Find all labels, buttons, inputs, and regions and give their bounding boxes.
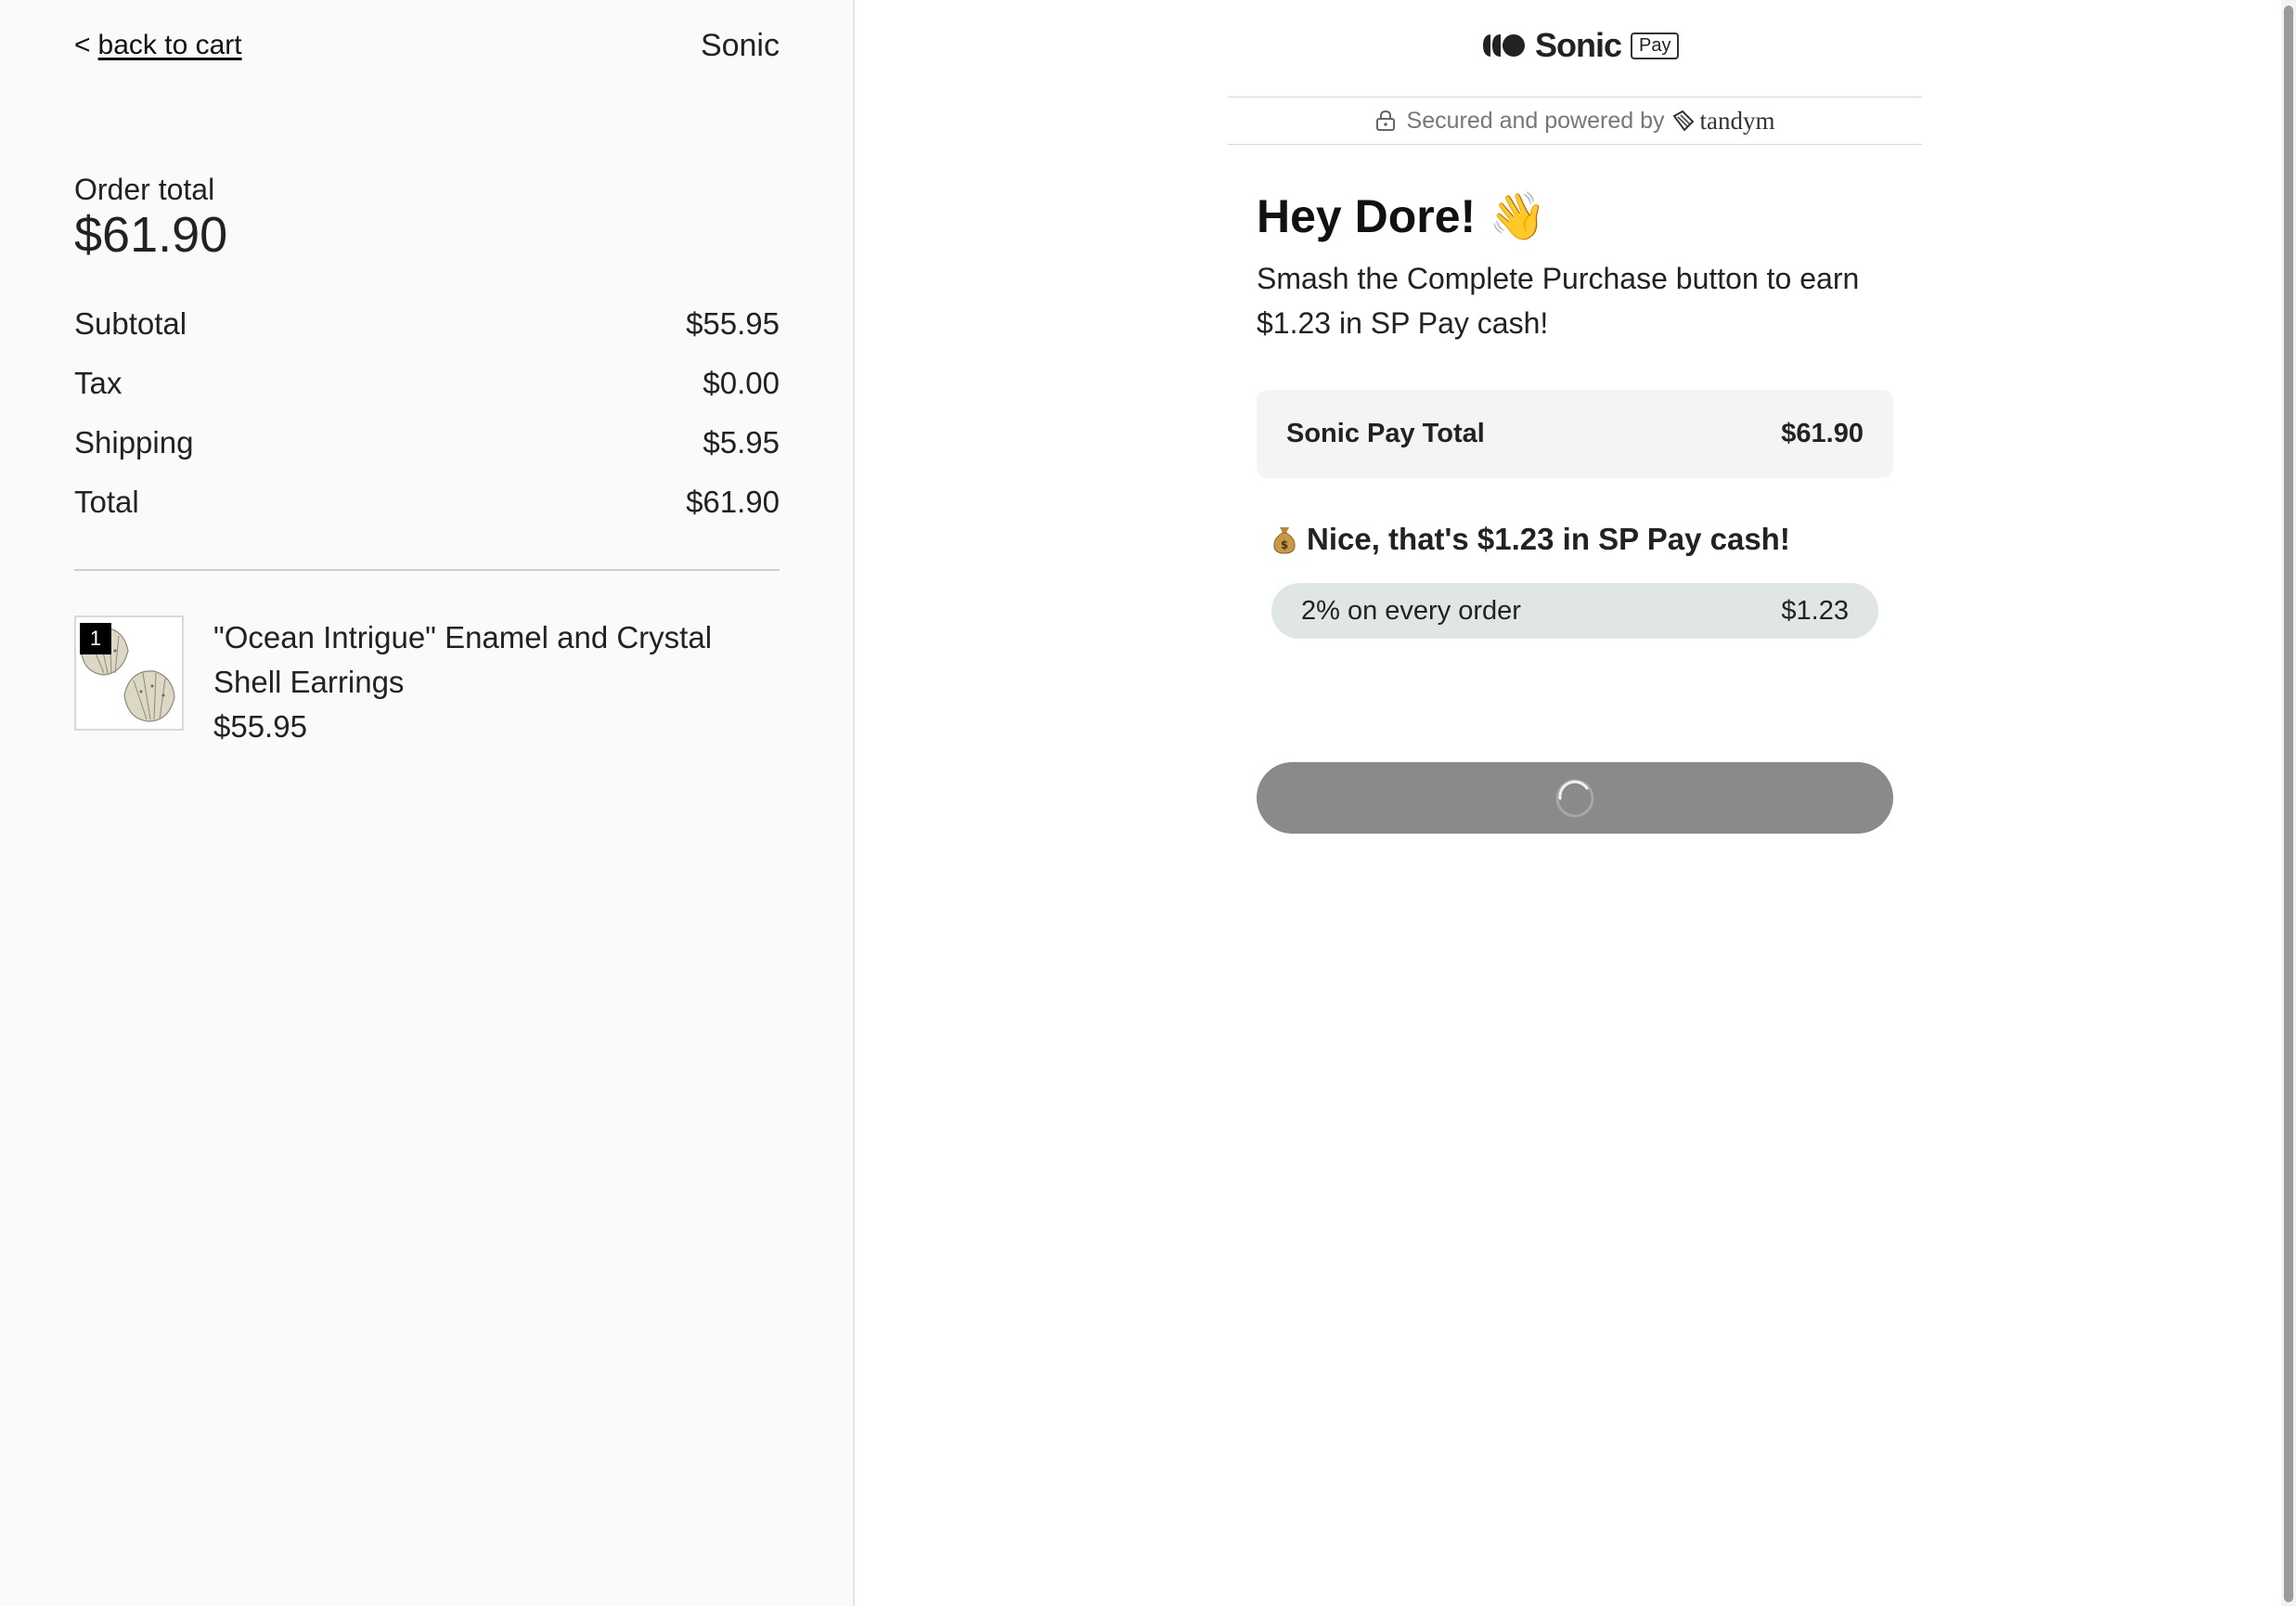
summary-row-tax: Tax $0.00 <box>74 366 780 425</box>
summary-row-shipping: Shipping $5.95 <box>74 425 780 485</box>
secured-text: Secured and powered by <box>1406 107 1665 134</box>
summary-divider <box>74 569 780 571</box>
quantity-badge: 1 <box>80 623 111 654</box>
summary-value: $0.00 <box>703 366 780 400</box>
loading-spinner-icon <box>1555 779 1594 817</box>
left-topbar: < back to cart Sonic <box>74 28 780 74</box>
order-total-label: Order total <box>74 173 215 206</box>
back-to-cart-label[interactable]: back to cart <box>98 30 242 60</box>
greeting-subtext: Smash the Complete Purchase button to ea… <box>1257 262 1860 340</box>
secured-bar: Secured and powered by tandym <box>1228 97 1922 145</box>
complete-purchase-button[interactable] <box>1257 762 1893 834</box>
page-scrollbar[interactable] <box>2281 0 2296 1606</box>
lock-icon <box>1375 110 1395 131</box>
summary-label: Shipping <box>74 425 194 460</box>
order-summary-pane: < back to cart Sonic Order total $61.90 S… <box>0 0 855 1606</box>
product-price: $55.95 <box>213 709 307 744</box>
payment-pane: Sonic Pay Secured and powered by tandym … <box>857 0 2281 1606</box>
back-to-cart-link[interactable]: < back to cart <box>74 30 242 61</box>
price-summary: Subtotal $55.95 Tax $0.00 Shipping $5.95… <box>74 306 780 544</box>
cash-reward-heading: $ Nice, that's $1.23 in SP Pay cash! <box>1271 522 1790 557</box>
summary-row-total: Total $61.90 <box>74 485 780 544</box>
money-bag-icon: $ <box>1273 527 1296 554</box>
summary-value: $55.95 <box>686 306 780 341</box>
store-name: Sonic <box>700 28 780 63</box>
svg-text:$: $ <box>1281 538 1288 551</box>
cash-reward-pill: 2% on every order $1.23 <box>1271 583 1878 639</box>
sonic-pay-brand: Sonic Pay <box>1481 26 1680 65</box>
total-card-label: Sonic Pay Total <box>1286 419 1485 448</box>
product-name: "Ocean Intrigue" Enamel and Crystal Shel… <box>213 620 713 699</box>
summary-value: $5.95 <box>703 425 780 460</box>
cash-heading-text: Nice, that's $1.23 in SP Pay cash! <box>1307 522 1790 556</box>
summary-label: Total <box>74 485 139 519</box>
sonic-logo-icon <box>1483 34 1525 57</box>
summary-value: $61.90 <box>686 485 780 519</box>
sonic-pay-total-card: Sonic Pay Total $61.90 <box>1257 390 1893 478</box>
tandym-logo-icon <box>1673 110 1695 132</box>
cash-pill-label: 2% on every order <box>1301 595 1521 626</box>
cash-pill-value: $1.23 <box>1781 595 1849 626</box>
summary-row-subtotal: Subtotal $55.95 <box>74 306 780 366</box>
order-total-value: $61.90 <box>74 207 228 263</box>
greeting-heading: Hey Dore! 👋 <box>1257 190 1547 242</box>
scrollbar-thumb[interactable] <box>2284 6 2293 1602</box>
summary-label: Tax <box>74 366 123 400</box>
total-card-value: $61.90 <box>1781 419 1864 448</box>
summary-label: Subtotal <box>74 306 187 341</box>
product-thumbnail: 1 <box>74 615 184 731</box>
brand-name: Sonic <box>1535 26 1622 64</box>
pay-tag: Pay <box>1631 32 1680 59</box>
back-chevron: < <box>74 30 91 60</box>
partner-name: tandym <box>1699 106 1775 135</box>
